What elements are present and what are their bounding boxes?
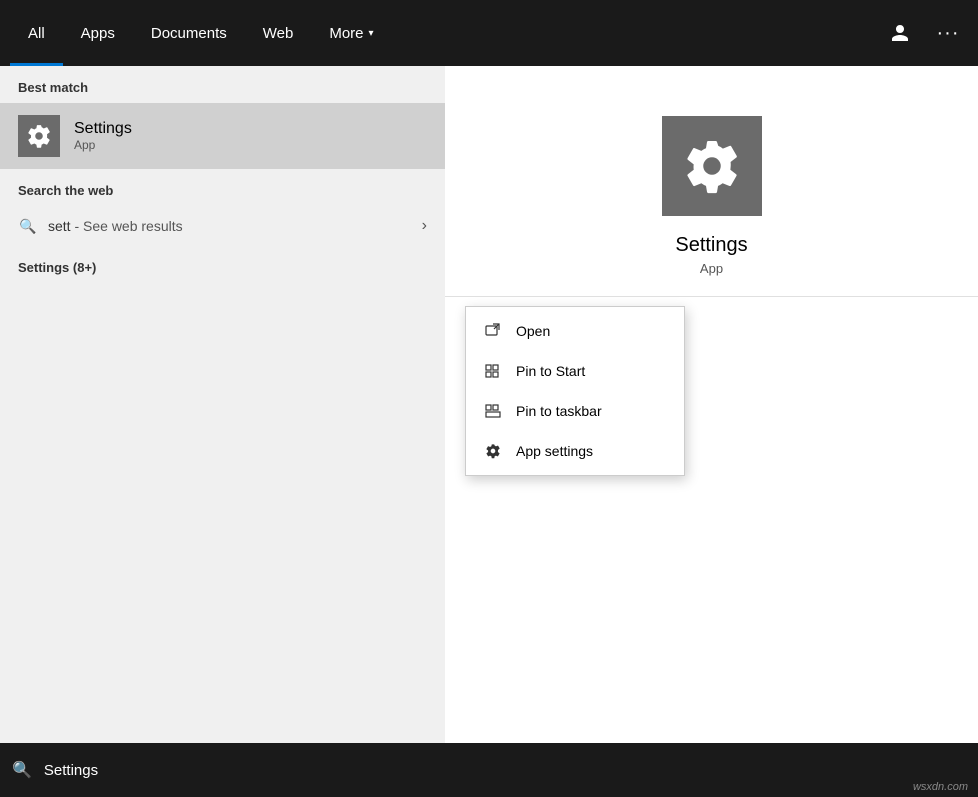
nav-tabs: All Apps Documents Web More ▾ [10, 0, 880, 66]
watermark: wsxdn.com [913, 781, 968, 793]
tab-web[interactable]: Web [245, 0, 312, 66]
chevron-down-icon: ▾ [369, 28, 374, 39]
tab-apps[interactable]: Apps [63, 0, 133, 66]
nav-actions: ··· [880, 13, 968, 53]
ellipsis-icon: ··· [937, 22, 960, 45]
settings-small-icon [482, 440, 504, 462]
settings-group-label: Settings (8+) [0, 246, 445, 283]
gear-icon [26, 123, 52, 149]
tab-more[interactable]: More ▾ [311, 0, 391, 66]
settings-app-icon [18, 115, 60, 157]
context-menu-open[interactable]: Open [466, 311, 684, 351]
search-icon-small: 🔍 [18, 216, 38, 236]
chevron-right-icon: › [422, 217, 427, 235]
context-menu-pin-start[interactable]: Pin to Start [466, 351, 684, 391]
search-web-label: Search the web [0, 169, 445, 206]
left-panel: Best match Settings App Search the web 🔍… [0, 66, 445, 743]
best-match-item[interactable]: Settings App [0, 103, 445, 169]
pin-taskbar-icon [482, 400, 504, 422]
tab-all[interactable]: All [10, 0, 63, 66]
best-match-info: Settings App [74, 120, 132, 152]
tab-documents[interactable]: Documents [133, 0, 245, 66]
pin-start-icon [482, 360, 504, 382]
ellipsis-button[interactable]: ··· [928, 13, 968, 53]
context-menu-pin-taskbar[interactable]: Pin to taskbar [466, 391, 684, 431]
taskbar-search-input[interactable] [44, 762, 966, 779]
person-icon [890, 23, 910, 43]
context-menu: Open Pin to Start [465, 306, 685, 476]
app-type-large: App [700, 261, 723, 276]
best-match-label: Best match [0, 66, 445, 103]
main-content: Best match Settings App Search the web 🔍… [0, 66, 978, 743]
best-match-name: Settings [74, 120, 132, 138]
best-match-type: App [74, 138, 132, 152]
person-icon-button[interactable] [880, 13, 920, 53]
app-icon-large [662, 116, 762, 216]
taskbar-search-icon: 🔍 [12, 760, 32, 780]
right-panel: Settings App Open [445, 66, 978, 743]
app-title-large: Settings [675, 234, 747, 257]
top-nav-bar: All Apps Documents Web More ▾ ··· [0, 0, 978, 66]
settings-large-gear-icon [682, 136, 742, 196]
context-menu-app-settings[interactable]: App settings [466, 431, 684, 471]
open-icon [482, 320, 504, 342]
taskbar: 🔍 wsxdn.com [0, 743, 978, 797]
right-panel-divider [445, 296, 978, 297]
search-web-item[interactable]: 🔍 sett - See web results › [0, 206, 445, 246]
search-web-text: sett - See web results [48, 218, 422, 234]
